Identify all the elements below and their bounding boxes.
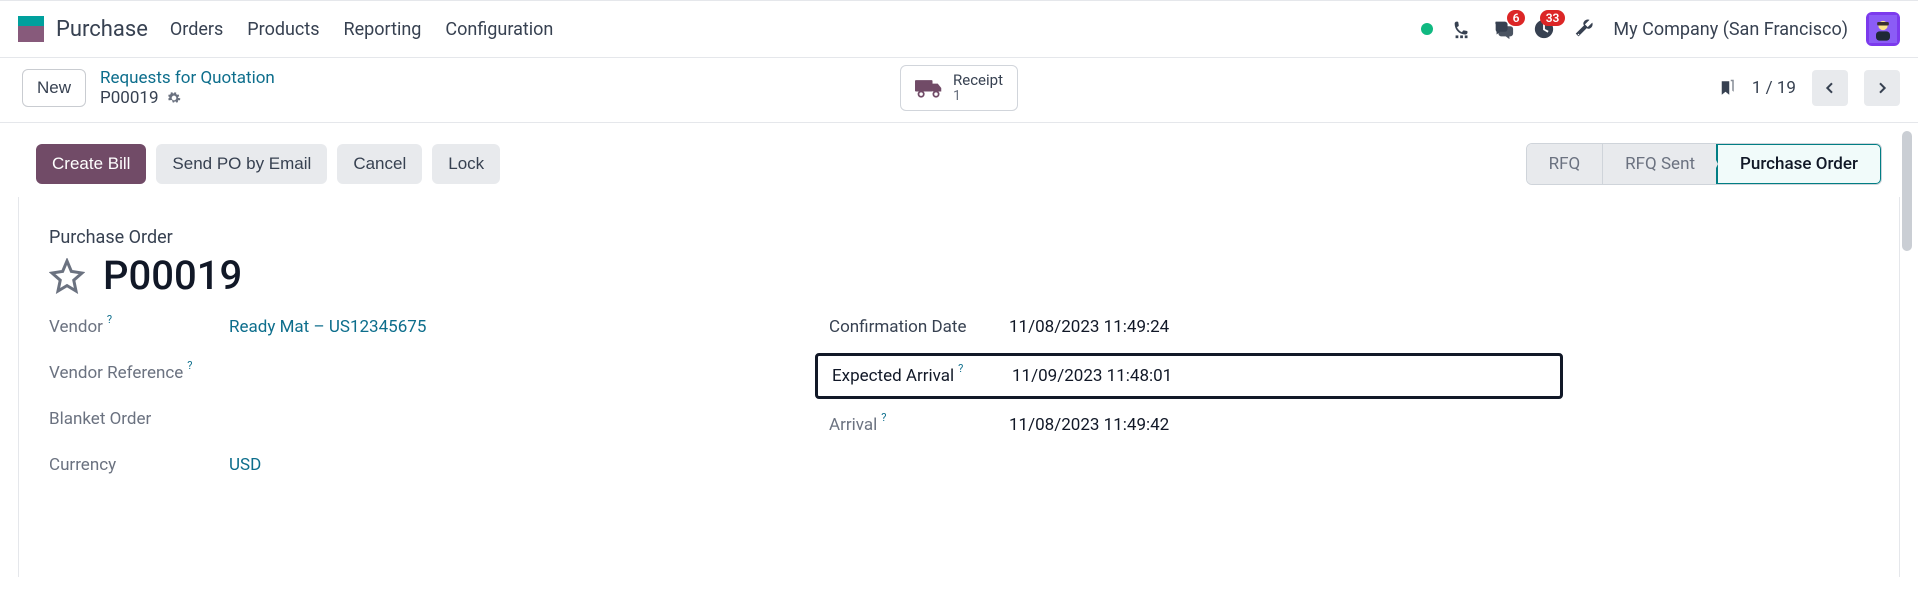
record-type-label: Purchase Order [49, 227, 1869, 248]
lock-button[interactable]: Lock [432, 144, 500, 184]
currency-value[interactable]: USD [229, 455, 261, 475]
receipt-label: Receipt [953, 72, 1003, 89]
expected-arrival-label: Expected Arrival? [832, 366, 1012, 386]
nav-configuration[interactable]: Configuration [445, 19, 553, 40]
help-icon[interactable]: ? [187, 359, 192, 372]
user-avatar[interactable] [1866, 12, 1900, 46]
priority-star-icon[interactable] [49, 258, 85, 294]
breadcrumb-current-text: P00019 [100, 88, 159, 108]
breadcrumb: Requests for Quotation P00019 [100, 68, 275, 108]
messages-badge: 6 [1507, 10, 1526, 26]
breadcrumb-current: P00019 [100, 88, 275, 108]
gear-icon[interactable] [167, 91, 181, 105]
receipt-count: 1 [953, 89, 1003, 104]
app-title[interactable]: Purchase [56, 17, 148, 42]
record-title: P00019 [103, 252, 242, 299]
form-left-column: Vendor? Ready Mat – US12345675 Vendor Re… [49, 317, 769, 475]
scrollbar-thumb[interactable] [1902, 131, 1912, 251]
help-icon[interactable]: ? [107, 313, 112, 326]
pager-prev-button[interactable] [1812, 70, 1848, 106]
help-icon[interactable]: ? [881, 411, 886, 424]
status-bar: RFQ RFQ Sent Purchase Order [1526, 143, 1882, 185]
form-right-column: Confirmation Date 11/08/2023 11:49:24 Ex… [829, 317, 1549, 475]
control-panel: New Requests for Quotation P00019 Receip… [0, 58, 1918, 123]
confirmation-date-value: 11/08/2023 11:49:24 [1009, 317, 1169, 337]
activities-icon[interactable]: 33 [1533, 18, 1555, 40]
nav-orders[interactable]: Orders [170, 19, 223, 40]
activities-badge: 33 [1540, 10, 1566, 26]
brand-logo[interactable] [18, 16, 44, 42]
chevron-right-icon [1874, 80, 1890, 96]
receipt-smart-button[interactable]: Receipt 1 [900, 65, 1018, 111]
tools-icon[interactable] [1573, 18, 1595, 40]
nav-products[interactable]: Products [247, 19, 319, 40]
form-sheet: Purchase Order P00019 Vendor? Ready Mat … [18, 197, 1900, 577]
expected-arrival-value[interactable]: 11/09/2023 11:48:01 [1012, 366, 1172, 386]
breadcrumb-parent-link[interactable]: Requests for Quotation [100, 68, 275, 88]
vendor-reference-label: Vendor Reference? [49, 363, 229, 383]
truck-icon [915, 77, 943, 99]
presence-status-icon[interactable] [1421, 23, 1433, 35]
arrival-label: Arrival? [829, 415, 1009, 435]
confirmation-date-label: Confirmation Date [829, 317, 1009, 337]
company-switcher[interactable]: My Company (San Francisco) [1613, 19, 1848, 40]
voip-icon[interactable] [1451, 18, 1473, 40]
nav-reporting[interactable]: Reporting [344, 19, 422, 40]
vendor-link[interactable]: Ready Mat – US12345675 [229, 317, 426, 337]
pager-text[interactable]: 1 / 19 [1752, 78, 1796, 98]
send-po-email-button[interactable]: Send PO by Email [156, 144, 327, 184]
pager-next-button[interactable] [1864, 70, 1900, 106]
status-step-purchase-order[interactable]: Purchase Order [1716, 143, 1882, 185]
systray: 6 33 My Company (San Francisco) [1421, 12, 1900, 46]
vendor-label: Vendor? [49, 317, 229, 337]
blanket-order-label: Blanket Order [49, 409, 229, 429]
action-bar: Create Bill Send PO by Email Cancel Lock… [18, 131, 1900, 197]
status-step-rfq[interactable]: RFQ [1527, 144, 1603, 184]
chevron-left-icon [1822, 80, 1838, 96]
help-icon[interactable]: ? [958, 362, 963, 375]
arrival-value: 11/08/2023 11:49:42 [1009, 415, 1169, 435]
new-button[interactable]: New [22, 69, 86, 107]
expected-arrival-highlight: Expected Arrival? 11/09/2023 11:48:01 [815, 353, 1563, 399]
currency-label: Currency [49, 455, 229, 475]
messages-icon[interactable]: 6 [1491, 18, 1515, 40]
cancel-button[interactable]: Cancel [337, 144, 422, 184]
bookmark-icon[interactable] [1718, 77, 1736, 99]
create-bill-button[interactable]: Create Bill [36, 144, 146, 184]
status-step-rfq-sent[interactable]: RFQ Sent [1602, 144, 1717, 184]
top-navbar: Purchase Orders Products Reporting Confi… [0, 0, 1918, 58]
